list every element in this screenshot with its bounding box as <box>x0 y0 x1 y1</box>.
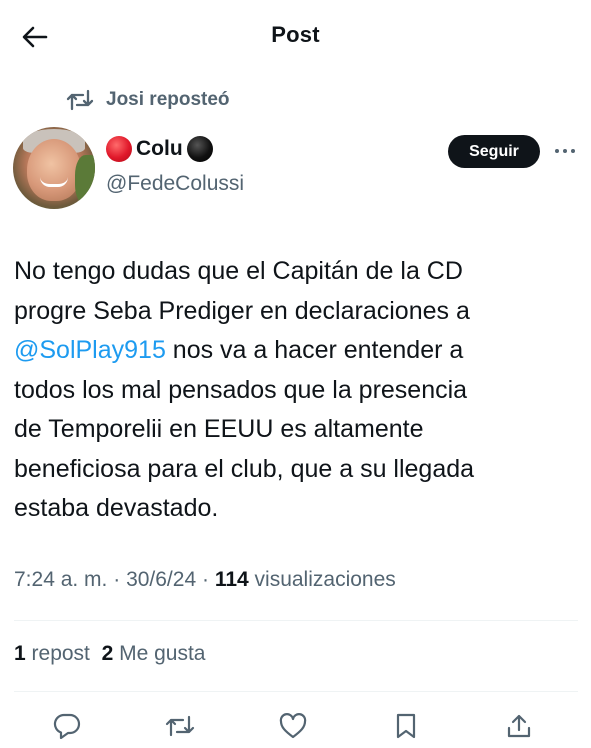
divider <box>14 620 578 621</box>
tweet-line: de Temporelii en EEUU es altamente <box>14 415 424 443</box>
views-count: 114 <box>214 568 249 591</box>
action-bar <box>0 706 591 748</box>
tweet-line: @SolPlay915 nos va a hacer entender a <box>14 336 464 364</box>
reposts-stat[interactable]: 1 repost <box>14 642 90 665</box>
repost-icon <box>66 89 94 111</box>
tweet-line: No tengo dudas que el Capitán de la CD <box>14 257 463 285</box>
mention-link[interactable]: @SolPlay915 <box>14 336 166 364</box>
tweet-line: progre Seba Prediger en declaraciones a <box>14 296 470 325</box>
tweet-line: estaba devastado. <box>14 494 219 522</box>
author-name[interactable]: Colu <box>106 136 213 162</box>
more-horizontal-icon <box>555 149 575 153</box>
share-icon <box>507 714 531 738</box>
repost-icon <box>165 715 195 737</box>
tweet-date[interactable]: 30/6/24 <box>126 568 196 591</box>
red-circle-emoji <box>106 136 132 162</box>
reply-icon <box>53 713 81 739</box>
display-name: Colu <box>136 137 183 160</box>
tweet-line: todos los mal pensados que la presencia <box>14 375 468 404</box>
repost-label: Josi reposteó <box>106 89 230 110</box>
top-bar: Post <box>0 0 591 72</box>
likes-stat[interactable]: 2 Me gusta <box>102 642 206 665</box>
follow-button[interactable]: Seguir <box>448 135 540 168</box>
like-button[interactable] <box>277 710 309 742</box>
engagement-stats: 1 repost 2 Me gusta <box>14 642 205 666</box>
bookmark-icon <box>396 713 416 739</box>
tweet-line: beneficiosa para el club, que a su llega… <box>14 454 475 483</box>
reply-button[interactable] <box>51 710 83 742</box>
tweet-text: No tengo dudas que el Capitán de la CD p… <box>14 252 580 529</box>
repost-attribution[interactable]: Josi reposteó <box>66 86 230 114</box>
bookmark-button[interactable] <box>390 710 422 742</box>
avatar[interactable] <box>13 127 95 209</box>
more-options-button[interactable] <box>552 139 578 163</box>
author-handle[interactable]: @FedeColussi <box>106 172 244 196</box>
views-label: visualizaciones <box>248 568 396 591</box>
divider <box>14 691 578 692</box>
black-circle-emoji <box>186 136 213 162</box>
repost-button[interactable] <box>164 710 196 742</box>
page-title: Post <box>271 22 320 47</box>
heart-icon <box>279 713 307 739</box>
share-button[interactable] <box>503 710 535 742</box>
tweet-meta: 7:24 a. m. · 30/6/24 · 114 visualizacion… <box>14 568 396 591</box>
tweet-time[interactable]: 7:24 a. m. <box>14 568 107 591</box>
